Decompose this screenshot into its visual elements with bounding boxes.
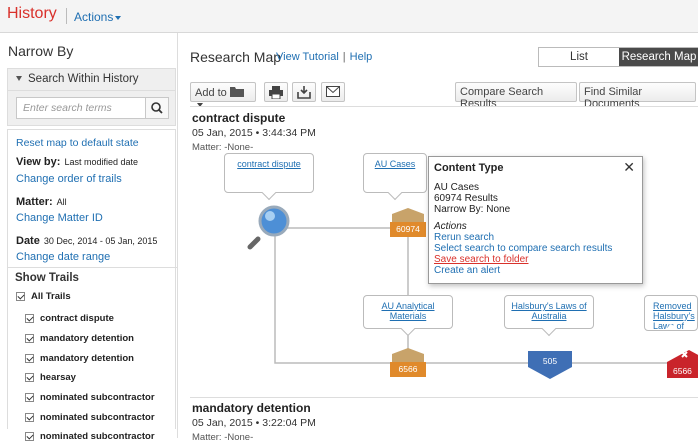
reset-map-link[interactable]: Reset map to default state <box>16 137 139 149</box>
checkbox-checked-icon <box>25 372 34 382</box>
save-search-link[interactable]: Save search to folder <box>434 254 529 265</box>
popup-title: Content Type <box>434 162 504 174</box>
view-by-label: View by: Last modified date <box>16 156 138 168</box>
content-type-popup: Content Type ✕ AU Cases 60974 Results Na… <box>428 156 643 284</box>
node-count: 505 <box>542 356 558 366</box>
node-au-cases-box[interactable]: 60974 <box>388 208 428 238</box>
node-query-label[interactable]: contract dispute <box>224 153 314 193</box>
change-date-link[interactable]: Change date range <box>16 251 110 263</box>
actions-label: Actions <box>74 10 114 24</box>
magnifier-search-icon[interactable] <box>246 201 296 251</box>
popup-content-type: AU Cases <box>434 182 480 193</box>
node-removed-box[interactable]: 6566 <box>667 348 698 380</box>
node-halsbury-box[interactable]: 505 <box>528 351 572 381</box>
node-au-cases-label[interactable]: AU Cases <box>363 153 427 193</box>
trail-checkbox[interactable]: mandatory detention <box>25 333 134 344</box>
top-bar: History Actions <box>0 0 698 33</box>
search-within-history-header[interactable]: Search Within History <box>8 69 175 91</box>
date-label-text: Date <box>16 235 40 247</box>
trail-label: contract dispute <box>40 313 114 324</box>
trail-date: 05 Jan, 2015 • 3:22:04 PM <box>192 417 316 429</box>
matter-label-text: Matter: <box>16 196 53 208</box>
popup-actions-label: Actions <box>434 221 467 232</box>
compare-search-link[interactable]: Select search to compare search results <box>434 243 612 254</box>
collapse-triangle-icon <box>16 76 22 82</box>
change-order-link[interactable]: Change order of trails <box>16 173 122 185</box>
caret-down-icon <box>115 15 122 20</box>
research-map-main: Research Map View Tutorial | Help List Res… <box>178 33 698 443</box>
all-trails-checkbox[interactable]: All Trails <box>16 291 71 302</box>
all-trails-label: All Trails <box>31 291 71 302</box>
checkbox-checked-icon <box>25 313 34 323</box>
trail-divider <box>190 397 698 398</box>
title-separator <box>66 8 67 24</box>
trail-checkbox[interactable]: nominated subcontractor <box>25 392 155 403</box>
node-au-analytical-label[interactable]: AU Analytical Materials <box>363 295 453 329</box>
show-trails-section: Show Trails All Trails contract dispute … <box>8 267 177 442</box>
checkbox-checked-icon <box>25 431 34 441</box>
trail-checkbox[interactable]: contract dispute <box>25 313 114 324</box>
search-within-history-panel: Search Within History Enter search terms <box>7 68 176 126</box>
node-count: 60974 <box>396 224 420 234</box>
trail-label: hearsay <box>40 372 76 383</box>
node-au-analytical-box[interactable]: 6566 <box>388 348 428 378</box>
node-count: 6566 <box>398 364 418 374</box>
trail-label: mandatory detention <box>40 353 134 364</box>
checkbox-checked-icon <box>25 333 34 343</box>
node-removed-label[interactable]: Removed Halsbury's Laws of Australia <box>644 295 698 331</box>
date-label: Date 30 Dec, 2014 - 05 Jan, 2015 <box>16 235 157 247</box>
trail-checkbox[interactable]: mandatory detention <box>25 353 134 364</box>
trail-title: mandatory detention <box>192 401 311 415</box>
narrow-by-title: Narrow By <box>8 43 74 59</box>
rerun-search-link[interactable]: Rerun search <box>434 232 494 243</box>
checkbox-checked-icon <box>25 412 34 422</box>
trail-label: nominated subcontractor <box>40 431 155 442</box>
show-trails-title: Show Trails <box>15 272 79 284</box>
trail-checkbox[interactable]: nominated subcontractor <box>25 412 155 423</box>
popup-narrow-by: Narrow By: None <box>434 204 511 215</box>
search-icon <box>151 102 163 114</box>
checkbox-checked-icon <box>25 353 34 363</box>
view-by-label-text: View by: <box>16 156 61 168</box>
date-value: 30 Dec, 2014 - 05 Jan, 2015 <box>43 236 158 246</box>
actions-menu[interactable]: Actions <box>74 10 122 24</box>
trail-label: nominated subcontractor <box>40 392 155 403</box>
checkbox-checked-icon <box>25 392 34 402</box>
narrow-by-sidebar: Narrow By Search Within History Enter se… <box>0 33 178 442</box>
filters-panel: Reset map to default state View by: Last … <box>7 129 177 442</box>
close-icon[interactable]: ✕ <box>623 159 635 176</box>
page-title: History <box>7 5 57 22</box>
view-by-value: Last modified date <box>64 157 138 167</box>
search-button[interactable] <box>145 97 169 119</box>
checkbox-checked-icon <box>16 291 25 301</box>
node-count: 6566 <box>673 366 692 376</box>
matter-label: Matter: All <box>16 196 67 208</box>
trail-checkbox[interactable]: nominated subcontractor <box>25 431 155 442</box>
trail-label: mandatory detention <box>40 333 134 344</box>
search-within-input[interactable]: Enter search terms <box>16 97 146 119</box>
node-halsbury-label[interactable]: Halsbury's Laws of Australia <box>504 295 594 329</box>
popup-results: 60974 Results <box>434 193 498 204</box>
change-matter-link[interactable]: Change Matter ID <box>16 212 103 224</box>
trail-label: nominated subcontractor <box>40 412 155 423</box>
search-within-history-label: Search Within History <box>28 73 139 85</box>
matter-value: All <box>56 197 67 207</box>
create-alert-link[interactable]: Create an alert <box>434 265 500 276</box>
trail-checkbox[interactable]: hearsay <box>25 372 76 383</box>
